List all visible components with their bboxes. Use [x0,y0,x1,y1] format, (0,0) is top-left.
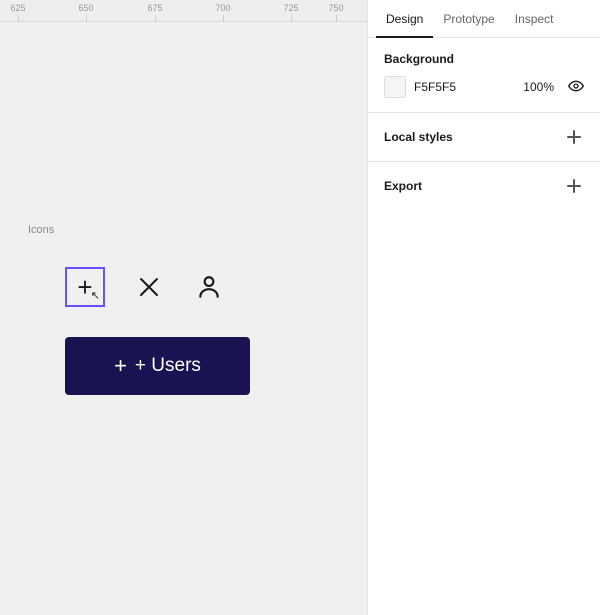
ruler-tick-700: 700 [215,3,230,13]
icons-row: + ↖ [65,267,225,307]
visibility-icon[interactable] [568,78,584,97]
add-export-button[interactable] [564,176,584,196]
right-panel: Design Prototype Inspect Background F5F5… [367,0,600,615]
person-icon[interactable] [193,271,225,303]
export-section: Export [368,162,600,210]
color-opacity-value: 100% [523,80,554,94]
color-hex-value: F5F5F5 [414,80,515,94]
color-swatch[interactable] [384,76,406,98]
users-button-label: + Users [135,355,201,377]
tab-design[interactable]: Design [376,0,433,38]
plus-icon-selected[interactable]: + ↖ [65,267,105,307]
background-section: Background F5F5F5 100% [368,38,600,113]
add-local-style-button[interactable] [564,127,584,147]
icons-section-label: Icons [28,224,54,236]
tab-inspect[interactable]: Inspect [505,0,564,38]
tab-prototype[interactable]: Prototype [433,0,504,38]
users-button-icon: + [114,353,127,379]
canvas-content: Icons + ↖ [0,22,367,615]
local-styles-title: Local styles [384,130,453,144]
canvas-panel: 625 650 675 700 725 750 Icons + ↖ [0,0,367,615]
cursor-indicator: ↖ [91,291,100,302]
export-title: Export [384,179,422,193]
background-row[interactable]: F5F5F5 100% [384,76,584,98]
ruler: 625 650 675 700 725 750 [0,0,367,22]
local-styles-section: Local styles [368,113,600,162]
ruler-tick-725: 725 [283,3,298,13]
ruler-tick-650: 650 [78,3,93,13]
users-button[interactable]: + + Users [65,337,250,395]
background-header: Background [384,52,584,66]
background-title: Background [384,52,454,66]
ruler-tick-750: 750 [328,3,343,13]
ruler-tick-625: 625 [10,3,25,13]
close-icon[interactable] [133,271,165,303]
ruler-tick-675: 675 [147,3,162,13]
tabs-bar: Design Prototype Inspect [368,0,600,38]
